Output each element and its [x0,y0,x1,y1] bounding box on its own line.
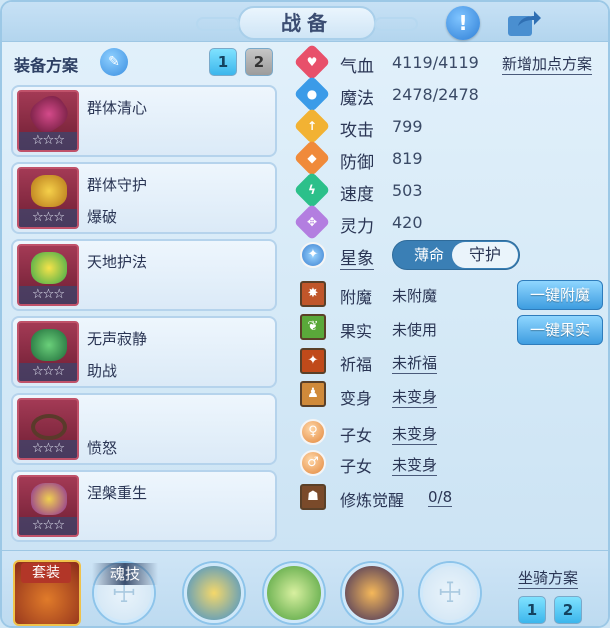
status-value-child[interactable]: 未变身 [392,454,438,476]
cultivation-icon: ☗ [300,484,326,510]
soul-skill-slot[interactable] [342,563,402,623]
stars-rating: ☆☆☆ [19,132,77,150]
equipment-plan-title: 装备方案 [14,56,79,75]
equipment-item-icon: ☆☆☆ [17,167,79,229]
equipment-item-icon: ☆☆☆ [17,244,79,306]
slot-skill-label: 无声寂静 [87,330,148,348]
status-label-fruit: 果实 [340,322,373,341]
stat-label-attack: 攻击 [340,121,374,141]
stat-label-spirit: 灵力 [340,217,374,237]
soul-skill-slot[interactable] [184,563,244,623]
spirit-icon: ✥ [293,203,331,241]
slot-skill-label: 愤怒 [87,439,118,457]
stat-value-spirit: 420 [392,213,423,232]
defense-icon: ◆ [293,139,331,177]
soul-skill-slot[interactable] [264,563,324,623]
stars-rating: ☆☆☆ [19,209,77,227]
stat-value-defense: 819 [392,149,423,168]
transform-icon: ♟ [300,381,326,407]
header-bar: 战备 ! [2,2,608,42]
stars-rating: ☆☆☆ [19,517,77,535]
equipment-slot[interactable]: ☆☆☆ 愤怒 [11,393,277,465]
one-click-enchant-button[interactable]: 一键附魔 [517,280,603,310]
equipment-item-icon: ☆☆☆ [17,398,79,460]
stat-label-speed: 速度 [340,185,374,205]
equipment-item-icon: ☆☆☆ [17,475,79,537]
status-label-child: 子女 [340,457,373,476]
stat-value-mp: 2478/2478 [392,85,479,104]
one-click-fruit-button[interactable]: 一键果实 [517,315,603,345]
pencil-icon[interactable]: ✎ [100,48,128,76]
stars-rating: ☆☆☆ [19,440,77,458]
status-value-child[interactable]: 未变身 [392,423,438,445]
child-icon: ♂ [300,450,326,476]
slot-skill-label: 天地护法 [87,253,148,271]
star-sign-label[interactable]: 星象 [340,244,374,270]
status-value-fruit: 未使用 [392,321,438,339]
compass-icon: ✦ [300,242,326,268]
equipment-item-icon: ☆☆☆ [17,321,79,383]
heart-icon: ♥ [293,43,331,81]
stat-value-speed: 503 [392,181,423,200]
status-label-cultivation: 修炼觉醒 [340,491,405,510]
soul-skill-slot-empty[interactable] [420,563,480,623]
suit-label: 套装 [21,563,71,583]
status-label-enchant: 附魔 [340,288,373,307]
battle-prep-panel: 战备 ! 装备方案 ✎ 1 2 ☆☆☆ 群体清心 ☆☆☆ 群体守护 爆破 ☆☆☆… [0,0,610,628]
stars-rating: ☆☆☆ [19,286,77,304]
slot-skill-label: 群体清心 [87,99,148,117]
status-value-transform[interactable]: 未变身 [392,386,438,408]
equipment-slot[interactable]: ☆☆☆ 天地护法 [11,239,277,311]
enchant-icon: ✸ [300,281,326,307]
slot-skill-label: 助战 [87,362,118,380]
stat-label-hp: 气血 [340,57,374,77]
attack-icon: ↑ [293,107,331,145]
star-sign-toggle[interactable]: 薄命 守护 [392,240,520,270]
mount-plan-2-button[interactable]: 2 [554,596,582,624]
mount-plan-title[interactable]: 坐骑方案 [518,567,579,589]
equipment-slot[interactable]: ☆☆☆ 无声寂静 助战 [11,316,277,388]
star-option-shou-hu[interactable]: 守护 [452,242,518,268]
page-title: 战备 [196,6,418,40]
status-value-enchant: 未附魔 [392,287,438,305]
add-points-plan-link[interactable]: 新增加点方案 [502,53,593,75]
child-icon: ♀ [300,419,326,445]
stat-value-hp: 4119/4119 [392,53,479,72]
blessing-icon: ✦ [300,348,326,374]
equipment-item-icon: ☆☆☆ [17,90,79,152]
stat-label-defense: 防御 [340,153,374,173]
equipment-slot[interactable]: ☆☆☆ 群体清心 [11,85,277,157]
stars-rating: ☆☆☆ [19,363,77,381]
slot-skill-label: 群体守护 [87,176,148,194]
stat-label-mp: 魔法 [340,89,374,109]
exclamation-icon[interactable]: ! [446,6,480,40]
status-label-transform: 变身 [340,389,373,408]
star-option-bo-ming[interactable]: 薄命 [401,241,457,269]
equipment-slot[interactable]: ☆☆☆ 涅槃重生 [11,470,277,542]
equipment-slot[interactable]: ☆☆☆ 群体守护 爆破 [11,162,277,234]
fruit-icon: ❦ [300,314,326,340]
status-value-blessing[interactable]: 未祈福 [392,352,438,374]
status-value-cultivation[interactable]: 0/8 [428,488,453,507]
mana-icon: ● [293,75,331,113]
slot-skill-label: 涅槃重生 [87,484,148,502]
slot-skill-label: 爆破 [87,208,118,226]
share-icon[interactable] [506,8,542,38]
status-label-blessing: 祈福 [340,355,373,374]
soul-skill-label: 魂技 [92,563,158,585]
equipment-plan-1-button[interactable]: 1 [209,48,237,76]
status-label-child: 子女 [340,426,373,445]
equipment-plan-2-button[interactable]: 2 [245,48,273,76]
mount-plan-1-button[interactable]: 1 [518,596,546,624]
stat-value-attack: 799 [392,117,423,136]
speed-icon: ϟ [293,171,331,209]
